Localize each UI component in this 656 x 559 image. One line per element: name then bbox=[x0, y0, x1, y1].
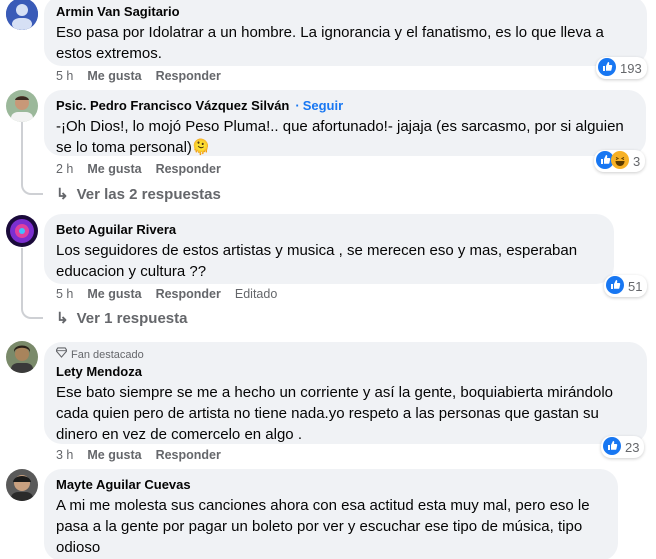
comment-time[interactable]: 5 h bbox=[56, 69, 73, 83]
comment-actions: 5 h Me gusta Responder bbox=[56, 69, 235, 83]
follow-label: Seguir bbox=[302, 98, 344, 113]
reaction-count: 193 bbox=[620, 60, 642, 76]
view-replies-label: Ver las 2 respuestas bbox=[76, 185, 221, 203]
reply-button[interactable]: Responder bbox=[156, 162, 221, 176]
avatar[interactable] bbox=[6, 469, 38, 501]
avatar[interactable] bbox=[6, 90, 38, 122]
comment-bubble: Beto Aguilar Rivera Los seguidores de es… bbox=[44, 214, 614, 284]
comment-actions: 2 h Me gusta Responder bbox=[56, 162, 235, 176]
follow-button[interactable]: · Seguir bbox=[295, 97, 343, 114]
comment-bubble: Armin Van Sagitario Eso pasa por Idolatr… bbox=[44, 0, 647, 66]
reaction-summary[interactable]: 51 bbox=[604, 275, 648, 297]
edited-label: Editado bbox=[234, 287, 278, 301]
reaction-summary[interactable]: 3 bbox=[594, 150, 646, 172]
comment-actions: 3 h Me gusta Responder bbox=[56, 448, 235, 462]
thread-curve bbox=[21, 305, 43, 319]
thread-curve bbox=[21, 181, 43, 195]
comment-actions: 5 h Me gusta Responder Editado bbox=[56, 287, 291, 301]
comment-author[interactable]: Beto Aguilar Rivera bbox=[56, 221, 602, 238]
comment-bubble: Psic. Pedro Francisco Vázquez Silván · Se… bbox=[44, 90, 646, 156]
view-replies-label: Ver 1 respuesta bbox=[76, 309, 188, 327]
top-fan-label: Fan destacado bbox=[71, 348, 144, 361]
reply-button[interactable]: Responder bbox=[156, 287, 221, 301]
top-fan-badge: Fan destacado bbox=[55, 347, 635, 362]
avatar[interactable] bbox=[6, 215, 38, 247]
haha-reaction-icon bbox=[611, 150, 629, 172]
comment-author[interactable]: Lety Mendoza bbox=[56, 363, 635, 380]
comment-text: -¡Oh Dios!, lo mojó Peso Pluma!.. que af… bbox=[56, 118, 624, 156]
view-replies-link[interactable]: ↳ Ver las 2 respuestas bbox=[56, 185, 221, 204]
view-replies-link[interactable]: ↳ Ver 1 respuesta bbox=[56, 309, 188, 328]
comment-time[interactable]: 2 h bbox=[56, 162, 73, 176]
comment-bubble: Fan destacado Lety Mendoza Ese bato siem… bbox=[44, 342, 647, 444]
like-button[interactable]: Me gusta bbox=[87, 69, 141, 83]
comment-author[interactable]: Psic. Pedro Francisco Vázquez Silván bbox=[56, 97, 289, 114]
like-reaction-icon bbox=[603, 436, 621, 458]
reaction-summary[interactable]: 23 bbox=[601, 436, 645, 458]
like-button[interactable]: Me gusta bbox=[87, 448, 141, 462]
thread-line bbox=[21, 248, 23, 306]
thread-line bbox=[21, 120, 23, 182]
comment-author[interactable]: Armin Van Sagitario bbox=[56, 3, 635, 20]
comment-text: Ese bato siempre se me a hecho un corrie… bbox=[56, 384, 613, 443]
reply-arrow-icon: ↳ bbox=[56, 310, 69, 327]
like-button[interactable]: Me gusta bbox=[87, 287, 141, 301]
avatar[interactable] bbox=[6, 341, 38, 373]
reply-button[interactable]: Responder bbox=[156, 69, 221, 83]
like-reaction-icon bbox=[606, 275, 624, 297]
comment-time[interactable]: 3 h bbox=[56, 448, 73, 462]
like-button[interactable]: Me gusta bbox=[87, 162, 141, 176]
comment-text: A mi me molesta sus canciones ahora con … bbox=[56, 497, 590, 556]
like-reaction-icon bbox=[598, 57, 616, 79]
comment-text: Eso pasa por Idolatrar a un hombre. La i… bbox=[56, 24, 604, 62]
reaction-count: 23 bbox=[625, 439, 640, 455]
reply-arrow-icon: ↳ bbox=[56, 186, 69, 203]
comment-text: Los seguidores de estos artistas y music… bbox=[56, 242, 578, 280]
comment-bubble: Mayte Aguilar Cuevas A mi me molesta sus… bbox=[44, 469, 618, 559]
comment-author[interactable]: Mayte Aguilar Cuevas bbox=[56, 476, 606, 493]
reaction-summary[interactable]: 193 bbox=[596, 57, 647, 79]
diamond-icon bbox=[55, 347, 68, 362]
reply-button[interactable]: Responder bbox=[156, 448, 221, 462]
author-row: Psic. Pedro Francisco Vázquez Silván · Se… bbox=[56, 97, 634, 114]
avatar[interactable] bbox=[6, 0, 38, 30]
reaction-count: 51 bbox=[628, 278, 643, 294]
reaction-count: 3 bbox=[633, 153, 641, 169]
comment-time[interactable]: 5 h bbox=[56, 287, 73, 301]
